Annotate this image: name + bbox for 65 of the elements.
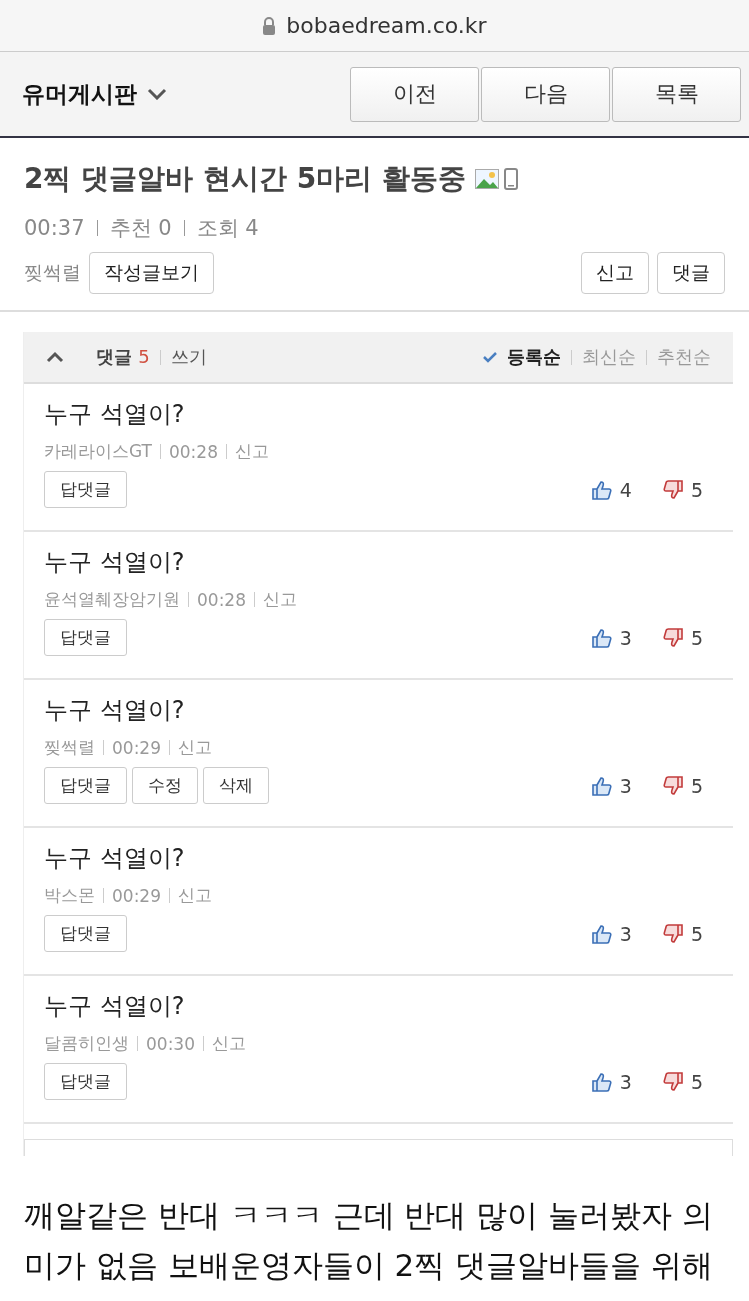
comment-text: 누구 석열이?: [44, 695, 186, 726]
thumbs-down-icon: [662, 923, 683, 944]
thumbs-down-icon: [662, 775, 683, 796]
comment-time: 00:30: [146, 1033, 195, 1054]
author-name: 찢썩렬: [24, 260, 81, 285]
like-button[interactable]: 4: [591, 478, 632, 501]
comment-author: 달콤히인생: [44, 1032, 129, 1055]
thumbs-up-icon: [591, 479, 612, 500]
dislike-button[interactable]: 5: [662, 922, 703, 945]
comment-author: 찢썩렬: [44, 736, 95, 759]
like-button[interactable]: 3: [591, 1070, 632, 1093]
author-posts-button[interactable]: 작성글보기: [89, 252, 214, 294]
thumbs-down-icon: [662, 1071, 683, 1092]
comment-time: 00:28: [197, 589, 246, 610]
comment-text: 누구 석열이?: [44, 843, 186, 874]
chevron-down-icon: [147, 88, 167, 100]
comment-text: 누구 석열이?: [44, 399, 186, 430]
comment-action-button[interactable]: 수정: [132, 767, 198, 804]
thumbs-up-icon: [591, 775, 612, 796]
comments-count: 댓글 5: [96, 345, 150, 369]
lock-icon: [262, 16, 277, 35]
like-button[interactable]: 3: [591, 626, 632, 649]
thumbs-down-icon: [662, 479, 683, 500]
post-time: 00:37: [24, 216, 85, 240]
dislike-button[interactable]: 5: [662, 774, 703, 797]
comment-time: 00:29: [112, 885, 161, 906]
nav-button[interactable]: 목록: [612, 66, 741, 122]
comment-action-button[interactable]: 답댓글: [44, 915, 127, 952]
like-button[interactable]: 3: [591, 774, 632, 797]
view-count: 조회 4: [196, 215, 259, 242]
thumbs-up-icon: [591, 923, 612, 944]
comment-author: 윤석열췌장암기원: [44, 588, 180, 611]
nav-button[interactable]: 이전: [350, 66, 479, 122]
dislike-button[interactable]: 5: [662, 1070, 703, 1093]
comment-action-button[interactable]: 답댓글: [44, 471, 127, 508]
dislike-button[interactable]: 5: [662, 626, 703, 649]
post-action-button[interactable]: 신고: [581, 252, 649, 294]
address-bar[interactable]: bobaedream.co.kr: [0, 0, 749, 52]
body-text-line: 깨알같은 반대 ㅋㅋㅋ 근데 반대 많이 눌러봤자 의: [24, 1196, 714, 1235]
comment-action-button[interactable]: 삭제: [203, 767, 269, 804]
chevron-up-icon[interactable]: [46, 351, 64, 363]
write-link[interactable]: 쓰기: [170, 345, 207, 369]
check-icon: [483, 351, 497, 363]
comment-action-button[interactable]: 답댓글: [44, 767, 127, 804]
url-text: bobaedream.co.kr: [286, 13, 487, 38]
comment-time: 00:28: [168, 441, 218, 462]
comment-text: 누구 석열이?: [44, 991, 186, 1022]
comment-time: 00:29: [112, 737, 161, 758]
comment-action-button[interactable]: 답댓글: [44, 619, 127, 656]
board-selector[interactable]: 유머게시판: [22, 78, 167, 110]
post-title: 2찍 댓글알바 현시간 5마리 활동중: [24, 161, 466, 197]
post-action-button[interactable]: 댓글: [657, 252, 725, 294]
thumbs-up-icon: [591, 627, 612, 648]
body-text-line: 미가 없음 보배운영자들이 2찍 댓글알바들을 위해: [24, 1246, 714, 1285]
like-button[interactable]: 3: [591, 922, 632, 945]
sort-option[interactable]: 등록순: [507, 345, 561, 369]
dislike-button[interactable]: 5: [662, 478, 703, 501]
comment-author: 카레라이스GT: [44, 440, 152, 463]
thumbs-up-icon: [591, 1071, 612, 1092]
thumbs-down-icon: [662, 627, 683, 648]
recommend-count: 추천 0: [109, 215, 172, 242]
comment-action-button[interactable]: 답댓글: [44, 1063, 127, 1100]
comment-author: 박스몬: [44, 884, 95, 907]
comment-text: 누구 석열이?: [44, 547, 186, 578]
nav-button[interactable]: 다음: [481, 66, 610, 122]
